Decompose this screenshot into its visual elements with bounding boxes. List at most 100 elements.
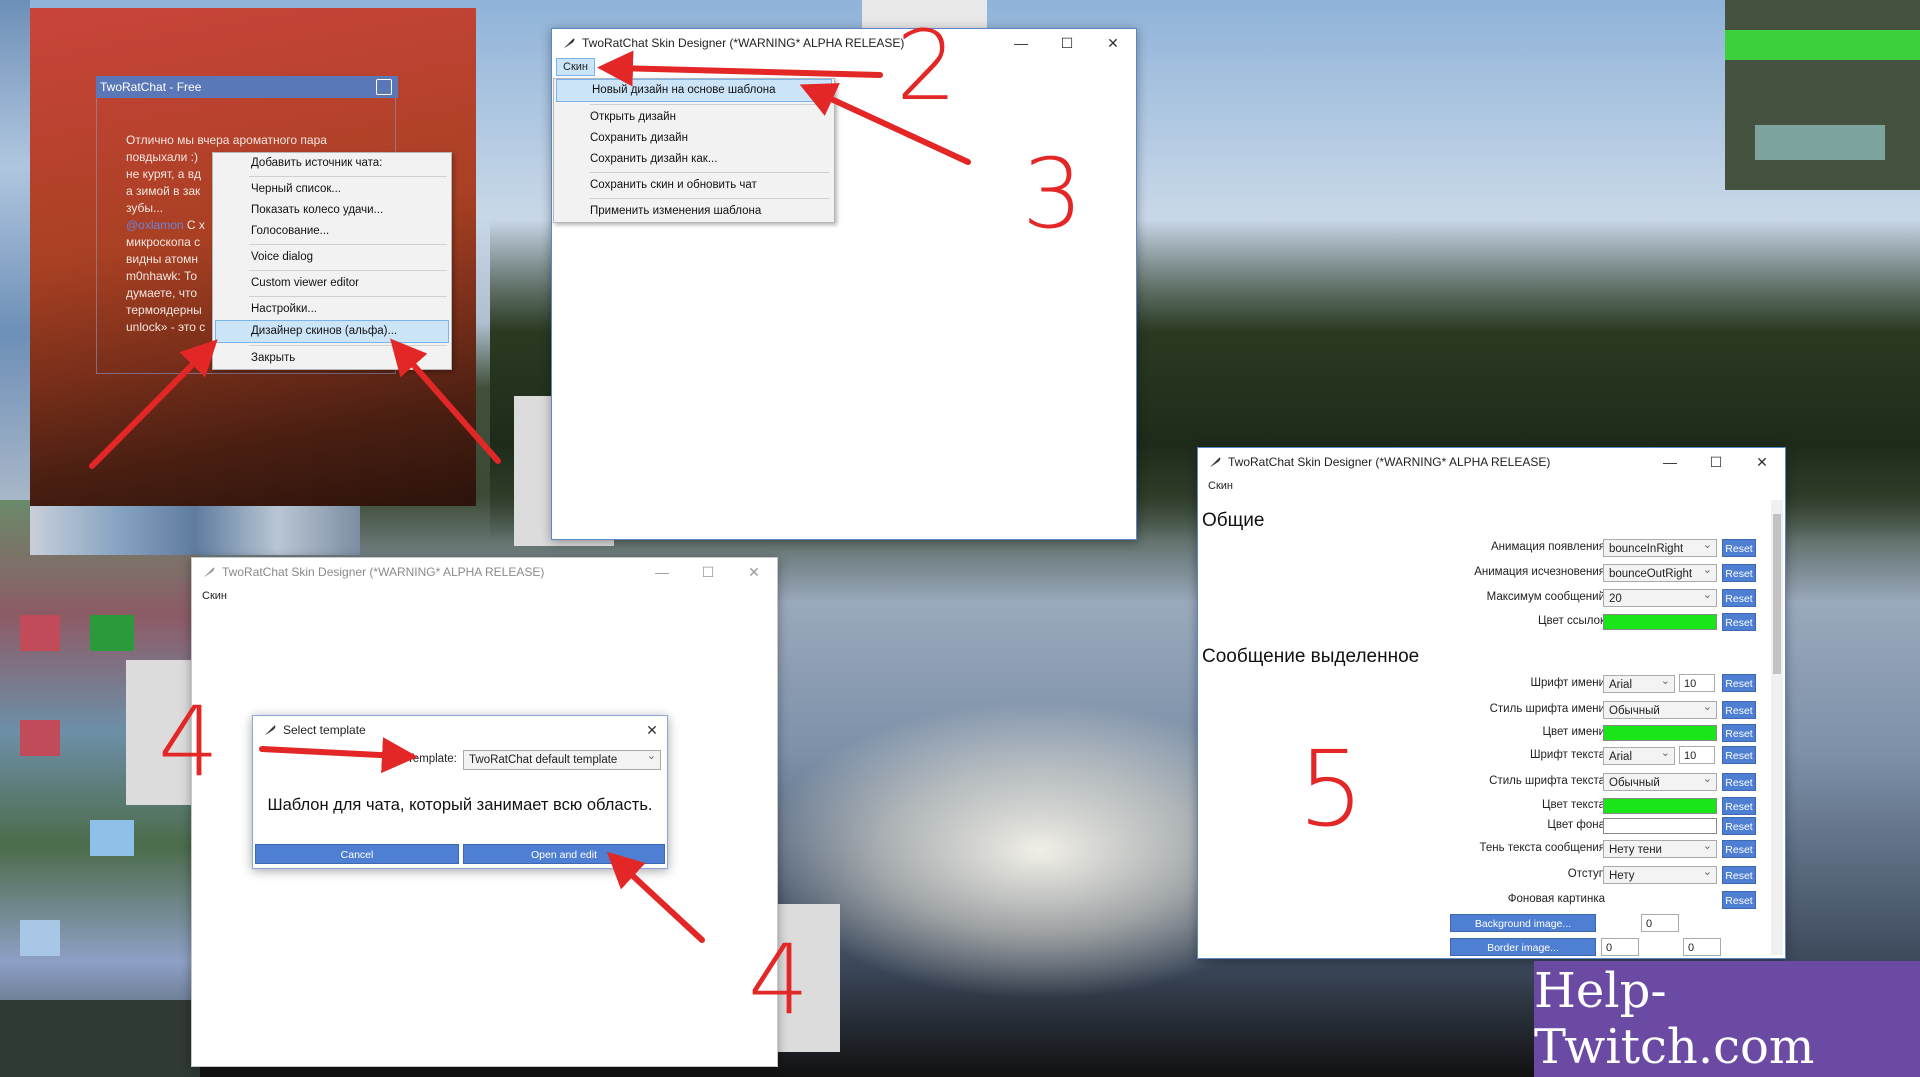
- menu-skin[interactable]: Скин: [556, 58, 595, 76]
- name-color-label: Цвет имени: [1542, 726, 1605, 738]
- reset-button[interactable]: Reset: [1722, 674, 1756, 692]
- close-button[interactable]: ✕: [1739, 448, 1785, 476]
- link-color-swatch[interactable]: [1603, 614, 1717, 630]
- pixel-block: [1725, 30, 1920, 60]
- menu-item-new-from-template[interactable]: Новый дизайн на основе шаблона: [556, 79, 832, 102]
- maximize-button[interactable]: ☐: [1044, 29, 1090, 57]
- dialog-title-bar[interactable]: Select template ✕: [253, 716, 667, 744]
- menu-item-skin-designer[interactable]: Дизайнер скинов (альфа)...: [215, 320, 449, 343]
- close-button[interactable]: ✕: [731, 558, 777, 586]
- pixel-block: [0, 1000, 200, 1077]
- border-image-offset-2[interactable]: 0: [1683, 938, 1721, 956]
- menu-item-open-design[interactable]: Открыть дизайн: [554, 107, 834, 128]
- border-image-button[interactable]: Border image...: [1450, 938, 1596, 956]
- scrollbar[interactable]: [1771, 500, 1783, 955]
- template-description: Шаблон для чата, который занимает всю об…: [267, 796, 653, 814]
- menu-item-save-design[interactable]: Сохранить дизайн: [554, 128, 834, 149]
- reset-button[interactable]: Reset: [1722, 817, 1756, 835]
- reset-button[interactable]: Reset: [1722, 589, 1756, 607]
- menu-item-apply-template-changes[interactable]: Применить изменения шаблона: [554, 201, 834, 222]
- name-style-select[interactable]: Обычный: [1603, 698, 1717, 719]
- anim-out-select[interactable]: bounceOutRight: [1603, 561, 1717, 582]
- menu-separator: [249, 244, 447, 245]
- anim-in-label: Анимация появления: [1491, 541, 1605, 553]
- menu-item-add-source[interactable]: Добавить источник чата:: [213, 153, 451, 174]
- reset-button[interactable]: Reset: [1722, 773, 1756, 791]
- reset-button[interactable]: Reset: [1722, 724, 1756, 742]
- chat-context-menu: Добавить источник чата: Черный список...…: [212, 152, 452, 370]
- menu-separator: [590, 104, 830, 105]
- minimize-button[interactable]: —: [1647, 448, 1693, 476]
- feather-icon: [1210, 457, 1221, 467]
- chat-window-header[interactable]: TwoRatChat - Free: [96, 76, 398, 98]
- background-image-offset[interactable]: 0: [1641, 914, 1679, 932]
- menu-skin[interactable]: Скин: [196, 588, 233, 604]
- shadow-select[interactable]: Нету тени: [1603, 837, 1717, 858]
- menu-bar: Скин: [1198, 476, 1785, 496]
- reset-button[interactable]: Reset: [1722, 840, 1756, 858]
- bg-color-swatch[interactable]: [1603, 818, 1717, 834]
- open-and-edit-button[interactable]: Open and edit: [463, 844, 665, 864]
- maximize-button[interactable]: ☐: [685, 558, 731, 586]
- title-bar[interactable]: TwoRatChat Skin Designer (*WARNING* ALPH…: [1198, 448, 1785, 476]
- twitch-icon: [376, 79, 392, 95]
- reset-button[interactable]: Reset: [1722, 564, 1756, 582]
- menu-item-save-skin-refresh[interactable]: Сохранить скин и обновить чат: [554, 175, 834, 196]
- chat-line: Отлично мы вчера ароматного пара: [126, 133, 327, 147]
- chat-window-title: TwoRatChat - Free: [100, 80, 202, 94]
- pixel-block: [20, 720, 60, 756]
- minimize-button[interactable]: —: [998, 29, 1044, 57]
- close-button[interactable]: ✕: [1090, 29, 1136, 57]
- menu-separator: [249, 345, 447, 346]
- dialog-title: Select template: [283, 723, 366, 737]
- menu-item-viewer-editor[interactable]: Custom viewer editor: [213, 273, 451, 294]
- menu-item-wheel[interactable]: Показать колесо удачи...: [213, 200, 451, 221]
- cancel-button[interactable]: Cancel: [255, 844, 459, 864]
- anim-in-select[interactable]: bounceInRight: [1603, 536, 1717, 557]
- menu-item-voice-dialog[interactable]: Voice dialog: [213, 247, 451, 268]
- minimize-button[interactable]: —: [639, 558, 685, 586]
- chat-line-text: С х: [186, 218, 205, 232]
- reset-button[interactable]: Reset: [1722, 613, 1756, 631]
- text-font-select[interactable]: Arial: [1603, 744, 1675, 765]
- name-color-swatch[interactable]: [1603, 725, 1717, 741]
- step-number-3: 3: [1022, 138, 1084, 250]
- text-font-size[interactable]: 10: [1679, 746, 1715, 764]
- name-font-label: Шрифт имени: [1530, 677, 1605, 689]
- watermark: Help-Twitch.com: [1534, 961, 1920, 1077]
- close-button[interactable]: ✕: [637, 716, 667, 744]
- title-bar[interactable]: TwoRatChat Skin Designer (*WARNING* ALPH…: [192, 558, 777, 586]
- window-title: TwoRatChat Skin Designer (*WARNING* ALPH…: [1228, 455, 1551, 469]
- reset-button[interactable]: Reset: [1722, 746, 1756, 764]
- feather-icon: [265, 725, 276, 735]
- reset-button[interactable]: Reset: [1722, 797, 1756, 815]
- border-image-offset-1[interactable]: 0: [1601, 938, 1639, 956]
- max-messages-select[interactable]: 20: [1603, 586, 1717, 607]
- menu-item-blacklist[interactable]: Черный список...: [213, 179, 451, 200]
- padding-select[interactable]: Нету: [1603, 863, 1717, 884]
- menu-item-settings[interactable]: Настройки...: [213, 299, 451, 320]
- maximize-button[interactable]: ☐: [1693, 448, 1739, 476]
- reset-button[interactable]: Reset: [1722, 891, 1756, 909]
- menu-skin[interactable]: Скин: [1202, 478, 1239, 494]
- background-image-button[interactable]: Background image...: [1450, 914, 1596, 932]
- name-font-select[interactable]: Arial: [1603, 672, 1675, 693]
- title-bar[interactable]: TwoRatChat Skin Designer (*WARNING* ALPH…: [552, 29, 1136, 57]
- pixelated-area-top-left: [0, 0, 30, 500]
- pixel-block: [1755, 125, 1885, 160]
- reset-button[interactable]: Reset: [1722, 701, 1756, 719]
- menu-item-close[interactable]: Закрыть: [213, 348, 451, 369]
- scrollbar-thumb[interactable]: [1773, 514, 1781, 674]
- name-font-size[interactable]: 10: [1679, 674, 1715, 692]
- text-style-select[interactable]: Обычный: [1603, 770, 1717, 791]
- text-color-swatch[interactable]: [1603, 798, 1717, 814]
- reset-button[interactable]: Reset: [1722, 539, 1756, 557]
- template-select[interactable]: TwoRatChat default template: [463, 747, 661, 770]
- menu-item-voting[interactable]: Голосование...: [213, 221, 451, 242]
- text-font-label: Шрифт текста: [1529, 749, 1605, 761]
- skin-designer-window-right: TwoRatChat Skin Designer (*WARNING* ALPH…: [1197, 447, 1786, 959]
- pixelated-strip: [30, 505, 360, 555]
- reset-button[interactable]: Reset: [1722, 866, 1756, 884]
- menu-item-save-design-as[interactable]: Сохранить дизайн как...: [554, 149, 834, 170]
- step-number-4-left: 4: [158, 686, 220, 798]
